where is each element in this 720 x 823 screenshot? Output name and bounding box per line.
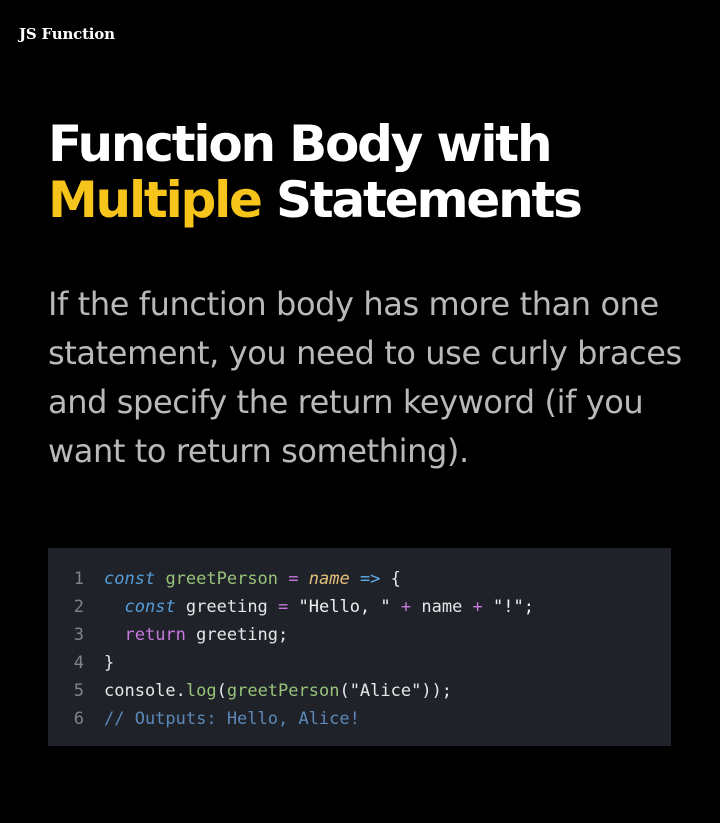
line-number: 1: [73, 569, 84, 589]
code-token: {: [390, 569, 401, 589]
code-line: 4}: [48, 649, 671, 677]
code-token: log: [185, 681, 217, 701]
code-token: =: [278, 597, 289, 617]
code-token: +: [472, 597, 483, 617]
title-highlight: Multiple: [48, 171, 263, 229]
code-content: // Outputs: Hello, Alice!: [104, 709, 360, 729]
code-token: =: [278, 569, 309, 589]
code-token: "!";: [482, 597, 534, 617]
title-line-1: Function Body with: [48, 115, 553, 173]
code-line: 6 // Outputs: Hello, Alice!: [48, 705, 671, 733]
code-token: greeting: [175, 597, 279, 617]
line-number: 4: [73, 653, 84, 673]
code-token: +: [400, 597, 412, 617]
code-token: name: [411, 597, 473, 617]
code-token: greetPerson: [226, 681, 340, 701]
code-token: =>: [349, 569, 391, 589]
description-text: If the function body has more than one s…: [48, 285, 682, 470]
code-token: "Hello, ": [288, 597, 401, 617]
code-token: name: [308, 569, 350, 589]
code-content: return greeting;: [104, 625, 288, 645]
code-block: 1 const greetPerson = name => {2 const gr…: [48, 548, 671, 746]
code-token: const: [124, 597, 176, 617]
code-token: console.: [104, 681, 186, 701]
line-number: 6: [73, 709, 84, 729]
code-token: }: [104, 653, 115, 673]
code-line: 2 const greeting = "Hello, " + name + "!…: [48, 593, 671, 621]
code-content: console.log(greetPerson("Alice"));: [104, 681, 452, 701]
code-token: // Outputs: Hello, Alice!: [104, 709, 360, 729]
line-number: 2: [73, 597, 84, 617]
code-content: }: [104, 653, 114, 673]
code-token: greeting;: [185, 625, 289, 645]
brand-label: JS Function: [19, 25, 115, 43]
code-token: greetPerson: [165, 569, 279, 589]
code-token: (: [216, 681, 227, 701]
line-number: 5: [73, 681, 84, 701]
code-content: const greeting = "Hello, " + name + "!";: [104, 597, 534, 617]
code-line: 1 const greetPerson = name => {: [48, 565, 671, 593]
code-token: const: [104, 569, 156, 589]
code-line: 5 console.log(greetPerson("Alice"));: [48, 677, 671, 705]
code-token: ("Alice"));: [339, 681, 453, 701]
page-title: Function Body with Multiple Statements: [48, 116, 708, 228]
code-line: 3 return greeting;: [48, 621, 671, 649]
code-content: const greetPerson = name => {: [104, 569, 401, 589]
code-token: return: [124, 625, 186, 645]
title-line-2-rest: Statements: [260, 171, 583, 229]
line-number: 3: [73, 625, 84, 645]
